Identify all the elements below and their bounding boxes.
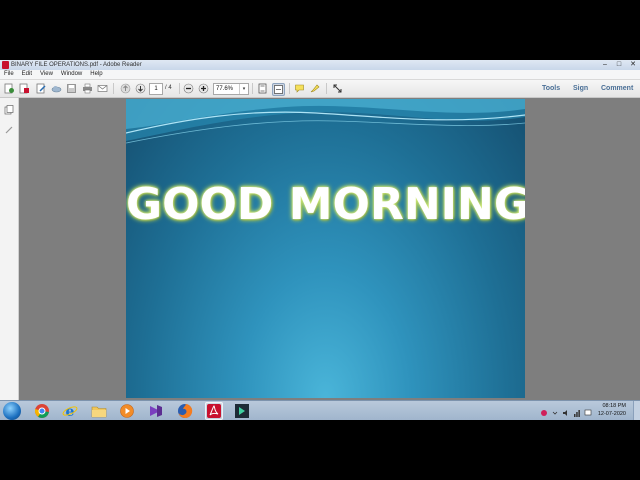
tray-chevron-icon[interactable] [551,405,559,415]
menu-edit[interactable]: Edit [18,70,36,79]
minimize-button[interactable]: – [601,60,609,70]
show-desktop-button[interactable] [633,401,640,420]
signature-pen-icon[interactable] [4,122,14,134]
sticky-note-icon[interactable] [294,83,305,94]
title-bar: BINARY FILE OPERATIONS.pdf - Adobe Reade… [0,60,640,70]
zoom-select[interactable]: 77.6% ▾ [213,83,249,95]
page-thumbnails-icon[interactable] [4,102,14,115]
fit-page-icon[interactable] [257,83,268,94]
page-number-input[interactable]: 1 [149,83,163,95]
close-button[interactable]: ✕ [629,60,637,70]
chrome-icon[interactable] [34,403,50,419]
tray-record-icon[interactable] [540,405,548,416]
screen: BINARY FILE OPERATIONS.pdf - Adobe Reade… [0,60,640,420]
slide-wave-decoration [126,99,525,144]
export-pdf-icon[interactable] [19,83,30,94]
save-icon[interactable] [66,83,77,94]
navigation-pane [0,98,19,400]
toolbar-separator [326,83,327,94]
comment-link[interactable]: Comment [601,80,633,97]
ie-icon[interactable]: e [62,403,78,420]
taskbar: e 08:18 PM 12-07-2020 [0,400,640,420]
previous-page-icon[interactable] [120,83,131,94]
print-icon[interactable] [82,83,93,94]
network-icon[interactable] [573,405,581,417]
create-pdf-icon[interactable] [4,83,15,94]
highlight-icon[interactable] [309,83,320,94]
action-center-icon[interactable] [584,405,592,416]
zoom-in-icon[interactable] [198,83,209,94]
toolbar: 1 / 4 77.6% ▾ Tools Sign Comment [0,80,640,98]
document-area[interactable]: GOOD MORNING [19,98,640,400]
window-title: BINARY FILE OPERATIONS.pdf - Adobe Reade… [11,62,142,68]
fit-width-icon[interactable] [272,83,285,96]
zoom-out-icon[interactable] [183,83,194,94]
page-total: / 4 [165,85,172,91]
toolbar-separator [289,83,290,94]
window-controls: – □ ✕ [601,60,637,70]
clock-date: 12-07-2020 [597,411,626,417]
next-page-icon[interactable] [135,83,146,94]
firefox-icon[interactable] [177,403,193,419]
menu-file[interactable]: File [0,70,18,79]
menu-view[interactable]: View [36,70,57,79]
pdf-page: GOOD MORNING [126,99,525,398]
toolbar-separator [179,83,180,94]
menu-help[interactable]: Help [86,70,106,79]
sign-link[interactable]: Sign [573,80,588,97]
system-clock[interactable]: 08:18 PM 12-07-2020 [598,402,626,418]
app-icon[interactable] [234,403,250,419]
explorer-icon[interactable] [91,403,107,419]
volume-icon[interactable] [562,405,570,416]
slide-title: GOOD MORNING [126,179,525,230]
chevron-down-icon[interactable]: ▾ [239,84,248,94]
email-icon[interactable] [97,83,108,94]
toolbar-separator [113,83,114,94]
menu-bar: File Edit View Window Help [0,70,640,80]
toolbar-separator [252,83,253,94]
menu-window[interactable]: Window [57,70,86,79]
tools-link[interactable]: Tools [542,80,560,97]
adobe-reader-app-icon [2,61,9,69]
edit-pdf-icon[interactable] [36,83,47,94]
maximize-button[interactable]: □ [615,60,623,70]
full-screen-icon[interactable] [332,83,343,94]
cloud-icon[interactable] [51,83,62,94]
start-button[interactable] [3,402,21,420]
media-player-icon[interactable] [119,403,135,419]
clock-time: 08:18 PM [602,403,626,409]
visual-studio-icon[interactable] [148,403,164,419]
adobe-reader-icon[interactable] [205,402,223,420]
zoom-value: 77.6% [216,86,234,92]
